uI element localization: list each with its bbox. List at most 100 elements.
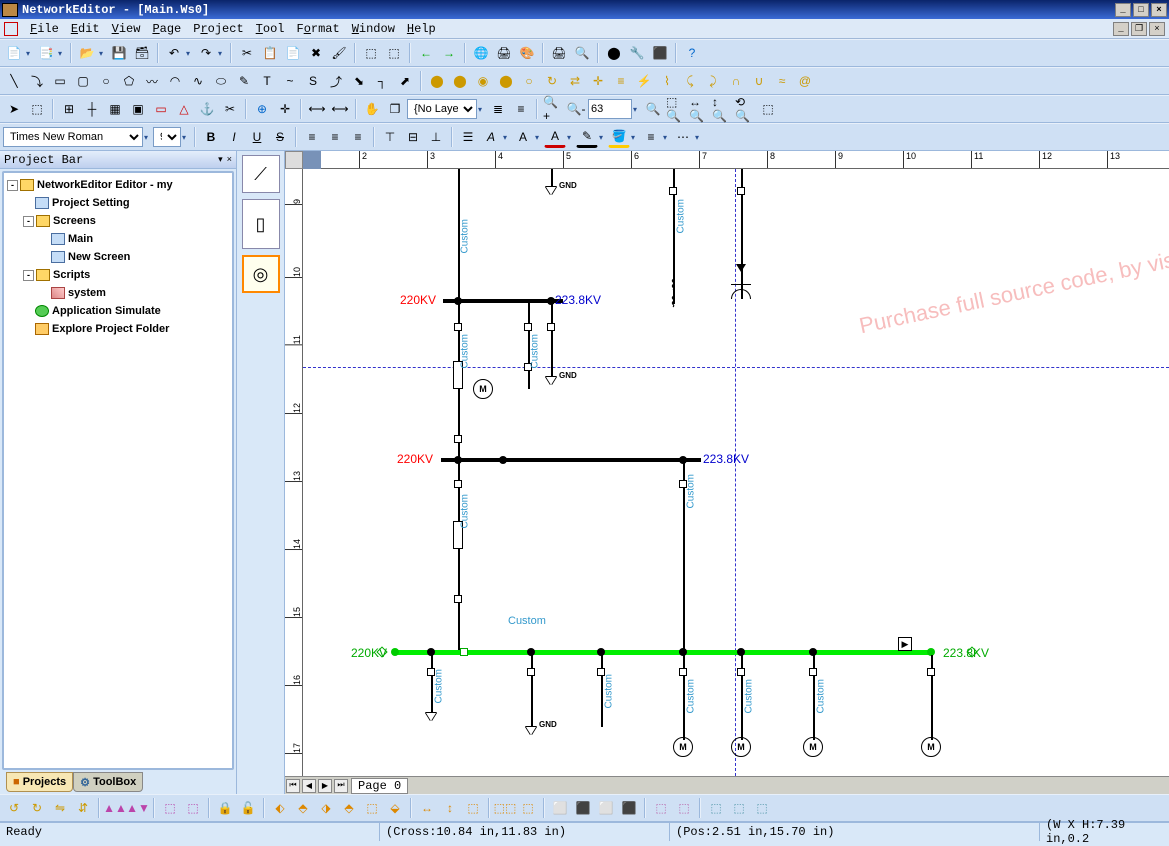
polygon-icon[interactable]: ⬠ [118, 70, 140, 92]
ellipse-icon[interactable]: ○ [95, 70, 117, 92]
rotate-right-icon[interactable]: ↻ [26, 797, 48, 819]
zoomheight-icon[interactable]: ↕🔍 [711, 98, 733, 120]
spline-icon[interactable]: ~ [279, 70, 301, 92]
tree-project-setting[interactable]: Project Setting [7, 194, 229, 212]
minimize-button[interactable]: _ [1115, 3, 1131, 17]
connector3-icon[interactable]: ┐ [371, 70, 393, 92]
color-icon[interactable]: 🎨 [516, 42, 538, 64]
connector-icon[interactable]: ⤵ [26, 70, 48, 92]
play-marker[interactable]: ▶ [898, 637, 912, 651]
group-icon[interactable]: ⬚ [360, 42, 382, 64]
wire[interactable] [551, 303, 553, 378]
lock-icon[interactable]: 🔒 [214, 797, 236, 819]
bus-green[interactable] [395, 650, 931, 655]
wire[interactable] [683, 462, 685, 651]
italic-icon[interactable]: I [223, 126, 245, 148]
distribute-h-icon[interactable]: ⬚⬚ [494, 797, 516, 819]
guideline-vertical[interactable] [735, 169, 736, 776]
menu-view[interactable]: View [106, 20, 147, 38]
send-backward-icon[interactable]: ⬛ [618, 797, 640, 819]
coil-icon[interactable]: ⌇ [656, 70, 678, 92]
motor-symbol[interactable]: M [473, 379, 493, 399]
print2-icon[interactable]: 🖨 [548, 42, 570, 64]
ring-icon[interactable]: ○ [518, 70, 540, 92]
help-icon[interactable]: ? [681, 42, 703, 64]
layer-dropdown[interactable]: {No Layer} [407, 99, 477, 119]
samesize-icon[interactable]: ⬚ [462, 797, 484, 819]
tree-main[interactable]: Main [7, 230, 229, 248]
new-icon[interactable]: 📄 [3, 42, 25, 64]
triangle-icon[interactable]: △ [173, 98, 195, 120]
guideline-horizontal[interactable] [303, 367, 1169, 368]
page-last-button[interactable]: ⏭ [334, 779, 348, 793]
fence-icon[interactable]: ≡ [610, 70, 632, 92]
linestyle-arrow[interactable]: ▾ [695, 133, 703, 142]
wire[interactable] [431, 655, 433, 713]
ground-symbol[interactable] [546, 377, 556, 385]
copy-icon[interactable]: 📋 [259, 42, 281, 64]
cross-icon[interactable]: ✛ [587, 70, 609, 92]
page-prev-button[interactable]: ◀ [302, 779, 316, 793]
valign-top-icon[interactable]: ⊤ [379, 126, 401, 148]
page-first-button[interactable]: ⏮ [286, 779, 300, 793]
swap-icon[interactable]: ⇄ [564, 70, 586, 92]
new-page-dropdown[interactable]: ▾ [58, 49, 66, 58]
valign-bot-icon[interactable]: ⊥ [425, 126, 447, 148]
new-page-icon[interactable]: 📑 [35, 42, 57, 64]
linestyle-icon[interactable]: ⋯ [672, 126, 694, 148]
layers-icon[interactable]: ≣ [487, 98, 509, 120]
flip-h2-icon[interactable]: ▲▲ [104, 797, 126, 819]
linecolor-arrow[interactable]: ▾ [599, 133, 607, 142]
project-bar-pin-icon[interactable]: ▾ [218, 155, 223, 165]
tab-projects[interactable]: ■ Projects [6, 772, 73, 792]
doc-restore-button[interactable]: ❐ [1131, 22, 1147, 36]
align-center2-icon[interactable]: ⬘ [292, 797, 314, 819]
breaker[interactable] [809, 668, 817, 676]
rotate-left-icon[interactable]: ↺ [3, 797, 25, 819]
text-icon[interactable]: T [256, 70, 278, 92]
align-top2-icon[interactable]: ⬘ [338, 797, 360, 819]
breaker[interactable] [454, 435, 462, 443]
ground-symbol[interactable] [546, 187, 556, 195]
format-painter-icon[interactable]: 🖌 [328, 42, 350, 64]
center-v-icon[interactable]: ⬚ [673, 797, 695, 819]
project-bar-close-icon[interactable]: × [227, 155, 232, 165]
layer-order-icon[interactable]: ≡ [510, 98, 532, 120]
layer-dropdown-arrow[interactable]: ▾ [478, 105, 486, 114]
line-icon[interactable]: ╲ [3, 70, 25, 92]
bring-front-icon[interactable]: ⬜ [549, 797, 571, 819]
align-right-icon[interactable]: ≡ [347, 126, 369, 148]
save-icon[interactable]: 💾 [108, 42, 130, 64]
crosshair-icon[interactable]: ✛ [274, 98, 296, 120]
stencil-box[interactable]: ▯ [242, 199, 280, 249]
bus[interactable] [441, 458, 701, 462]
breaker[interactable] [547, 323, 555, 331]
space-equal-icon[interactable]: ⬚ [751, 797, 773, 819]
circarrow-icon[interactable]: ↻ [541, 70, 563, 92]
lineweight-arrow[interactable]: ▾ [663, 133, 671, 142]
menu-file[interactable]: File [24, 20, 65, 38]
wire[interactable] [458, 462, 460, 651]
fontstyle-icon[interactable]: A [480, 126, 502, 148]
wire[interactable] [531, 655, 533, 727]
lineweight-icon[interactable]: ≡ [640, 126, 662, 148]
undo-icon[interactable]: ↶ [163, 42, 185, 64]
spiral-icon[interactable]: @ [794, 70, 816, 92]
blob2-icon[interactable]: ⬤ [449, 70, 471, 92]
align-left2-icon[interactable]: ⬖ [269, 797, 291, 819]
motor-symbol[interactable]: M [731, 737, 751, 757]
bullets-icon[interactable]: ☰ [457, 126, 479, 148]
delete-icon[interactable]: ✖ [305, 42, 327, 64]
menu-project[interactable]: Project [187, 20, 249, 38]
cut-icon[interactable]: ✂ [236, 42, 258, 64]
ruler-horizontal[interactable]: 234567891011121314 [321, 151, 1169, 169]
dimension1-icon[interactable]: ⟷ [306, 98, 328, 120]
fillcolor-arrow[interactable]: ▾ [631, 133, 639, 142]
polyline-icon[interactable]: 〰 [141, 70, 163, 92]
breaker[interactable] [454, 323, 462, 331]
doc-close-button[interactable]: × [1149, 22, 1165, 36]
menu-window[interactable]: Window [346, 20, 401, 38]
transformer-symbol[interactable]: ⌇⌇ [663, 277, 683, 303]
menu-page[interactable]: Page [146, 20, 187, 38]
motor-symbol[interactable]: M [803, 737, 823, 757]
